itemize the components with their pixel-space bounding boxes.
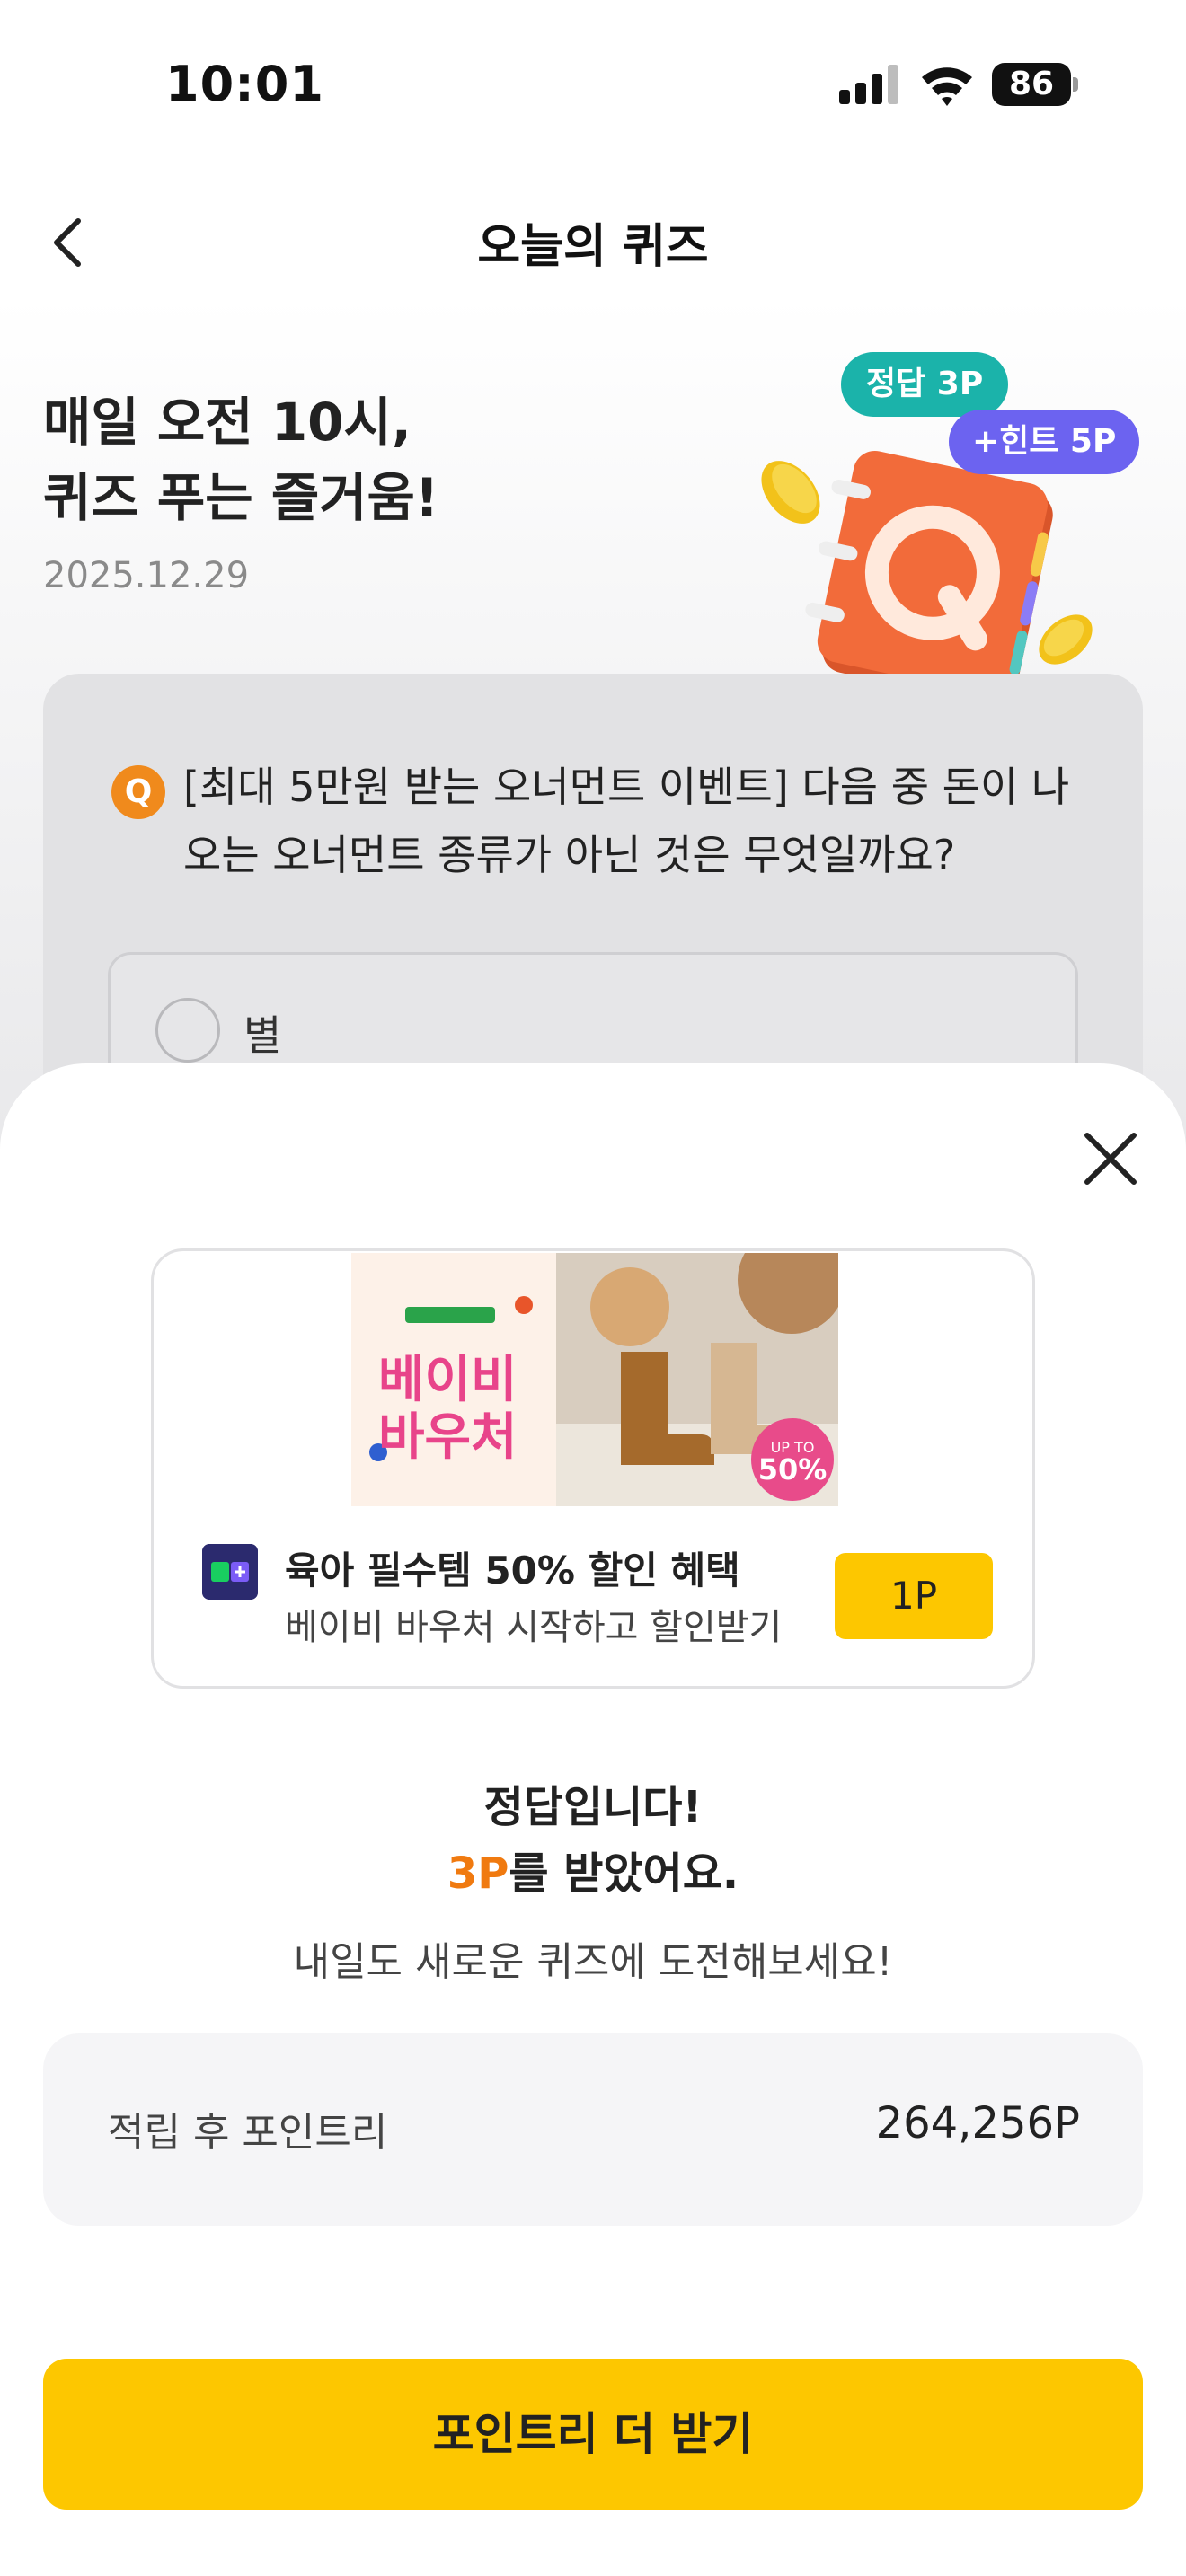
battery-cap: [1073, 77, 1078, 92]
result-title: 정답입니다!: [483, 1782, 703, 1832]
points-label: 적립 후 포인트리: [108, 2110, 388, 2156]
hero-title-line2: 퀴즈 푸는 즐거움!: [43, 467, 439, 528]
quiz-date: 2025.12.29: [43, 555, 250, 596]
hero-title-line1: 매일 오전 10시,: [43, 392, 412, 453]
option-label: 별: [243, 1011, 282, 1060]
battery-level: 86: [992, 63, 1071, 106]
status-time: 10:01: [165, 56, 324, 112]
ad-subtitle: 베이비 바우처 시작하고 할인받기: [285, 1607, 783, 1648]
wifi-icon: [922, 67, 972, 106]
get-more-points-button[interactable]: 포인트리 더 받기: [43, 2359, 1143, 2510]
banner-text-line2: 바우처: [378, 1408, 518, 1467]
status-bar: 10:01 86: [0, 0, 1186, 171]
earned-points-suffix: 를 받았어요.: [509, 1848, 739, 1899]
ad-card[interactable]: 베이비 바우처 UP TO 50% 육아 필수템 50% 할인 혜택 베이비 바…: [151, 1248, 1035, 1689]
ad-title: 육아 필수템 50% 할인 혜택: [285, 1548, 740, 1592]
banner-text-line1: 베이비: [378, 1351, 518, 1409]
result-encouragement: 내일도 새로운 퀴즈에 도전해보세요!: [293, 1939, 893, 1985]
result-points-message: 3P를 받았어요.: [0, 1838, 1186, 1901]
earned-points: 3P: [447, 1848, 509, 1899]
hint-points-tag: +힌트 5P: [949, 410, 1140, 474]
question-badge: Q: [111, 765, 165, 819]
question-text: [최대 5만원 받는 오너먼트 이벤트] 다음 중 돈이 나오는 오너먼트 종류…: [183, 763, 1070, 879]
option-radio[interactable]: [155, 998, 220, 1063]
close-button[interactable]: [1075, 1123, 1146, 1195]
points-summary: 적립 후 포인트리 264,256P: [43, 2033, 1143, 2226]
points-value: 264,256P: [875, 2098, 1080, 2148]
banner-badge-value: 50%: [758, 1452, 828, 1486]
correct-points-tag: 정답 3P: [841, 352, 1009, 417]
ad-point-button[interactable]: 1P: [835, 1553, 993, 1639]
signal-icon: [839, 65, 898, 104]
battery-indicator: 86: [992, 63, 1078, 106]
close-icon: [1084, 1133, 1137, 1185]
ad-banner-image[interactable]: 베이비 바우처 UP TO 50%: [351, 1253, 838, 1506]
page-title: 오늘의 퀴즈: [477, 220, 709, 274]
hero-title: 매일 오전 10시, 퀴즈 푸는 즐거움!: [43, 384, 438, 535]
naver-plus-logo-icon: [202, 1544, 258, 1600]
